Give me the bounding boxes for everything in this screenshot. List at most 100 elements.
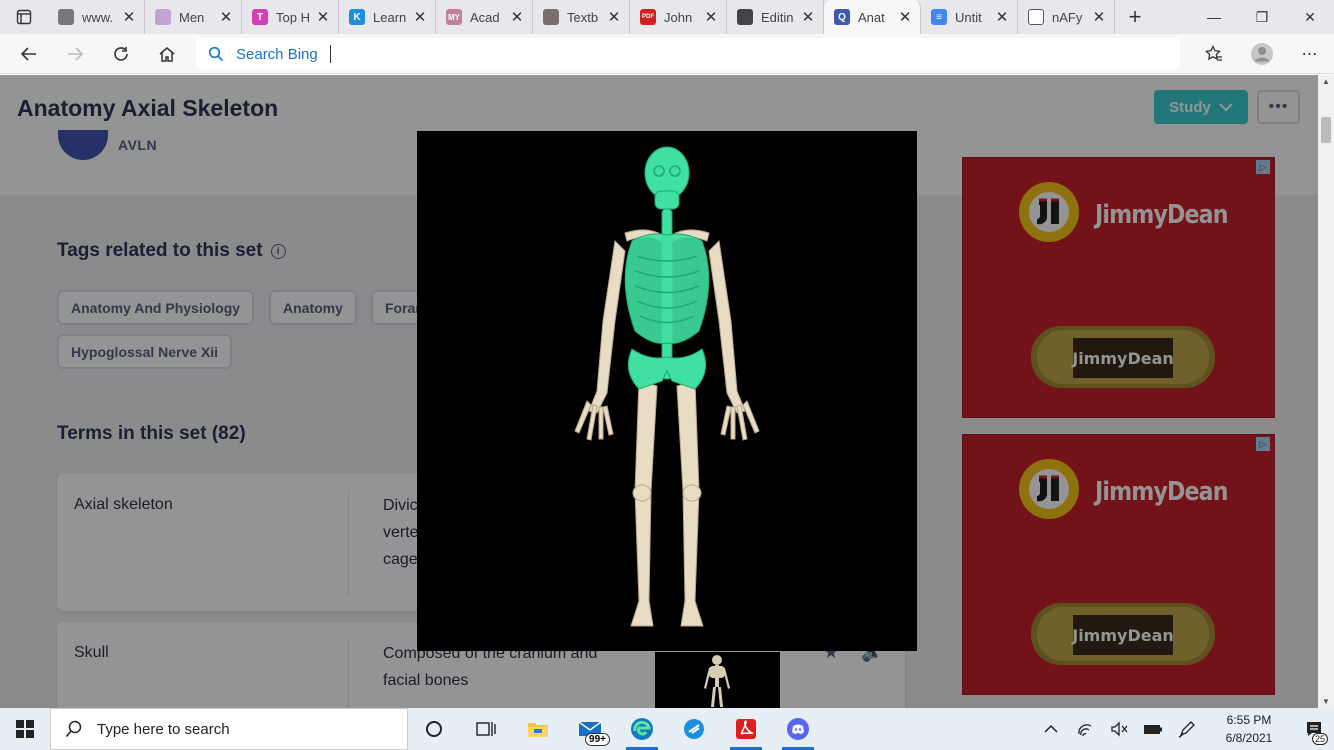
tab-title: Learn — [373, 9, 407, 25]
clock-time: 6:55 PM — [1226, 713, 1272, 727]
show-hidden-icons-button[interactable] — [1034, 708, 1068, 750]
tab-close-icon[interactable]: ✕ — [704, 8, 718, 26]
tab-title: Men — [179, 9, 205, 25]
profile-avatar-icon — [1251, 43, 1273, 65]
tab-close-icon[interactable]: ✕ — [413, 8, 427, 26]
tab-actions-icon — [16, 9, 32, 25]
tab-title: Editin — [761, 9, 794, 25]
tab-close-icon[interactable]: ✕ — [607, 8, 621, 26]
tab-favicon-icon — [58, 9, 74, 25]
settings-more-button[interactable]: ⋯ — [1286, 44, 1334, 64]
action-center-button[interactable]: 25 — [1294, 708, 1334, 750]
tab-favicon-icon — [543, 9, 559, 25]
clock-date: 6/8/2021 — [1225, 731, 1273, 745]
close-window-button[interactable]: ✕ — [1286, 0, 1334, 34]
tab-favicon-icon: T — [252, 9, 268, 25]
restore-button[interactable]: ❐ — [1238, 0, 1286, 34]
tab-close-icon[interactable]: ✕ — [1092, 8, 1106, 26]
start-button[interactable] — [0, 708, 50, 750]
edge-browser-button[interactable] — [616, 708, 668, 750]
profile-button[interactable] — [1238, 42, 1286, 66]
skeleton-thumbnail[interactable] — [655, 652, 780, 708]
volume-muted-icon — [1111, 721, 1128, 737]
toolbar-right: ⋯ — [1190, 34, 1334, 74]
tab-favicon-icon: ≡ — [931, 9, 947, 25]
tab-favicon-icon: K — [349, 9, 365, 25]
chevron-up-icon — [1044, 724, 1058, 733]
tab-favicon-icon: Q — [834, 9, 850, 25]
tab-favicon-icon: PDF — [640, 9, 656, 25]
volume-button[interactable] — [1102, 708, 1136, 750]
browser-tab[interactable]: Textb ✕ — [533, 0, 630, 34]
scroll-down-arrow-icon[interactable]: ▼ — [1318, 697, 1334, 706]
file-explorer-button[interactable] — [512, 708, 564, 750]
browser-tab[interactable]: Men ✕ — [145, 0, 242, 34]
taskbar-search-placeholder: Type here to search — [97, 720, 230, 738]
skeleton-thumbnail-image — [704, 655, 730, 707]
folder-icon — [528, 723, 548, 737]
battery-button[interactable] — [1136, 708, 1170, 750]
home-icon — [159, 46, 175, 62]
tab-close-icon[interactable]: ✕ — [316, 8, 330, 26]
tab-title: nAFy — [1052, 9, 1083, 25]
browser-tab[interactable]: K Learn ✕ — [339, 0, 436, 34]
browser-tab[interactable]: T Top H ✕ — [242, 0, 339, 34]
search-icon — [208, 46, 224, 62]
acrobat-button[interactable] — [720, 708, 772, 750]
network-button[interactable] — [1068, 708, 1102, 750]
home-button[interactable] — [144, 34, 190, 74]
tab-close-icon[interactable]: ✕ — [122, 8, 136, 26]
favorites-button[interactable] — [1190, 45, 1238, 63]
system-clock[interactable]: 6:55 PM 6/8/2021 — [1204, 711, 1294, 747]
scroll-up-arrow-icon[interactable]: ▲ — [1318, 77, 1334, 86]
tab-close-icon[interactable]: ✕ — [898, 8, 912, 26]
address-bar[interactable]: Search Bing — [196, 38, 1180, 70]
enlarged-skeleton-image[interactable] — [417, 131, 917, 651]
minimize-button[interactable]: — — [1190, 0, 1238, 34]
page-scrollbar[interactable]: ▲ ▼ — [1318, 75, 1334, 708]
tab-close-icon[interactable]: ✕ — [510, 8, 524, 26]
tab-title: John — [664, 9, 693, 25]
forward-button[interactable] — [52, 34, 98, 74]
refresh-button[interactable] — [98, 34, 144, 74]
tab-close-icon[interactable]: ✕ — [995, 8, 1009, 26]
tab-close-icon[interactable]: ✕ — [801, 8, 815, 26]
tab-title: www. — [82, 9, 114, 25]
browser-tab[interactable]: www. ✕ — [48, 0, 145, 34]
browser-tab[interactable]: MY Acad ✕ — [436, 0, 533, 34]
battery-charging-icon — [1144, 725, 1162, 734]
tab-title: Top H — [276, 9, 310, 25]
tab-title: Anat — [858, 9, 885, 25]
pen-workspace-button[interactable] — [1170, 708, 1204, 750]
browser-tab[interactable]: Q Anat ✕ — [824, 0, 921, 34]
cortana-circle-icon — [426, 721, 442, 737]
scrollbar-thumb[interactable] — [1321, 117, 1331, 143]
sync-app-icon — [684, 719, 704, 739]
back-arrow-icon — [20, 46, 36, 61]
tab-close-icon[interactable]: ✕ — [219, 8, 233, 26]
browser-tab[interactable]: ≡ Untit ✕ — [921, 0, 1018, 34]
mail-button[interactable]: 99+ — [564, 708, 616, 750]
forward-arrow-icon — [68, 46, 84, 61]
discord-button[interactable] — [772, 708, 824, 750]
windows-logo-icon — [16, 720, 34, 738]
browser-toolbar: Search Bing ⋯ — [0, 34, 1334, 74]
browser-tab[interactable]: PDF John ✕ — [630, 0, 727, 34]
task-view-button[interactable] — [460, 708, 512, 750]
back-button[interactable] — [6, 34, 52, 74]
mail-badge: 99+ — [585, 733, 610, 746]
browser-tab[interactable]: Editin ✕ — [727, 0, 824, 34]
discord-icon — [787, 718, 809, 740]
app-button-blue[interactable] — [668, 708, 720, 750]
cortana-button[interactable] — [408, 708, 460, 750]
tab-actions-button[interactable] — [0, 0, 48, 34]
browser-tab[interactable]: nAFy ✕ — [1018, 0, 1115, 34]
new-tab-button[interactable]: + — [1115, 4, 1155, 30]
pen-icon — [1178, 721, 1195, 738]
task-view-icon — [476, 722, 496, 736]
taskbar-search-box[interactable]: Type here to search — [50, 708, 408, 750]
tab-title: Acad — [470, 9, 500, 25]
tab-favicon-icon — [737, 9, 753, 25]
system-tray: 6:55 PM 6/8/2021 25 — [1034, 708, 1334, 750]
tab-title: Untit — [955, 9, 982, 25]
